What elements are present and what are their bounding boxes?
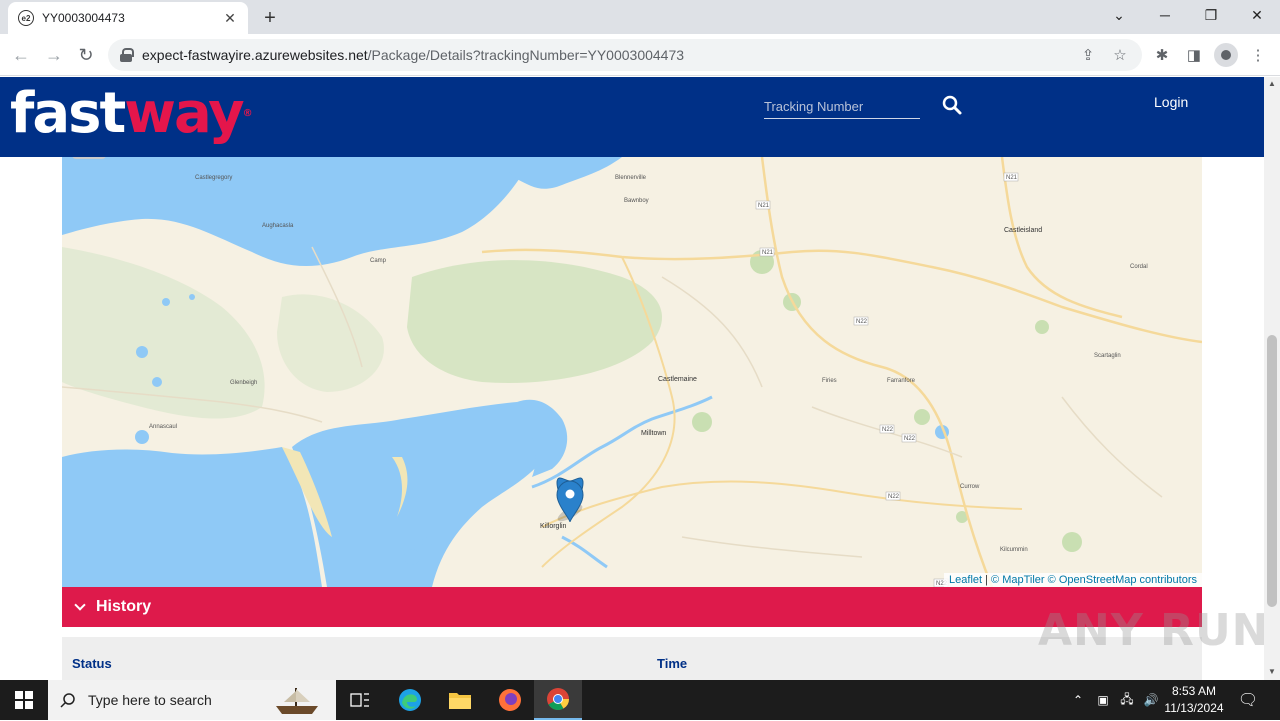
place-label-castlegregory: Castlegregory bbox=[195, 175, 232, 181]
road-label-n22c: N22 bbox=[888, 494, 900, 500]
history-table: Status Time bbox=[62, 637, 1202, 680]
history-toggle[interactable]: History bbox=[62, 587, 1202, 627]
new-tab-button[interactable]: + bbox=[258, 6, 282, 30]
place-label-bawnboy: Bawnboy bbox=[624, 198, 649, 204]
page-viewport: N21 N21 N21 N22 N22 N22 N22 N22 Castlegr… bbox=[0, 77, 1280, 680]
place-label-scartaglin: Scartaglin bbox=[1094, 353, 1121, 359]
place-label-castleisland: Castleisland bbox=[1004, 227, 1042, 234]
notification-icon[interactable]: 🗨 bbox=[1234, 680, 1262, 720]
taskbar-search-placeholder: Type here to search bbox=[88, 692, 212, 708]
history-heading: History bbox=[96, 598, 152, 615]
edge-browser-icon[interactable] bbox=[386, 680, 434, 720]
attrib-separator: | bbox=[982, 574, 992, 586]
share-icon[interactable]: ⇪ bbox=[1078, 45, 1098, 65]
tracking-number-input[interactable] bbox=[764, 95, 920, 119]
tray-chevron-up-icon[interactable]: ⌃ bbox=[1068, 680, 1088, 720]
road-label-n22e: N22 bbox=[856, 319, 868, 325]
taskbar-search-icon bbox=[60, 693, 75, 708]
firefox-icon[interactable] bbox=[486, 680, 534, 720]
network-icon[interactable]: 🖧 bbox=[1116, 680, 1138, 720]
leaflet-link[interactable]: Leaflet bbox=[949, 574, 982, 586]
osm-link[interactable]: © OpenStreetMap contributors bbox=[1048, 574, 1197, 586]
place-label-annascaul: Annascaul bbox=[149, 424, 177, 430]
address-bar[interactable]: expect-fastwayire.azurewebsites.net/Pack… bbox=[108, 39, 1142, 71]
taskbar-search-box[interactable]: Type here to search bbox=[48, 680, 336, 720]
minimize-button[interactable]: ─ bbox=[1142, 0, 1188, 30]
place-label-firies: Firies bbox=[822, 378, 837, 384]
tab-close-icon[interactable]: ✕ bbox=[222, 10, 238, 26]
browser-tab-strip: e2 YY0003004473 ✕ + ⌄ ─ ❐ ✕ bbox=[0, 0, 1280, 34]
back-icon[interactable]: ← bbox=[9, 43, 33, 67]
column-header-status: Status bbox=[72, 656, 112, 671]
map-attribution: Leaflet | © MapTiler © OpenStreetMap con… bbox=[944, 573, 1202, 587]
page-scrollbar[interactable]: ▲ ▼ bbox=[1264, 77, 1280, 680]
login-link[interactable]: Login bbox=[1154, 94, 1188, 110]
scroll-thumb[interactable] bbox=[1267, 335, 1277, 607]
logo-registered-mark: ® bbox=[242, 108, 253, 119]
chrome-icon[interactable] bbox=[534, 680, 582, 720]
taskbar-clock[interactable]: 8:53 AM 11/13/2024 bbox=[1160, 683, 1228, 717]
clock-time: 8:53 AM bbox=[1171, 684, 1217, 698]
forward-icon[interactable]: → bbox=[42, 43, 66, 67]
search-highlight-ship-icon bbox=[268, 684, 328, 716]
road-label-n22: N22 bbox=[882, 427, 894, 433]
site-header: fastway® Login bbox=[0, 77, 1264, 157]
place-label-aughacasla: Aughacasla bbox=[262, 223, 294, 229]
place-label-currow: Currow bbox=[960, 484, 980, 490]
close-window-button[interactable]: ✕ bbox=[1234, 0, 1280, 30]
zoom-control[interactable] bbox=[72, 157, 106, 159]
clock-date: 11/13/2024 bbox=[1164, 701, 1224, 715]
place-label-camp: Camp bbox=[370, 258, 387, 264]
chevron-down-icon bbox=[74, 599, 86, 611]
road-label-n22b: N22 bbox=[904, 436, 916, 442]
place-label-kilcummin: Kilcummin bbox=[1000, 547, 1028, 553]
place-label-glenbeigh: Glenbeigh bbox=[230, 380, 257, 386]
place-label-cordal: Cordal bbox=[1130, 264, 1148, 270]
tab-search-chevron-icon[interactable]: ⌄ bbox=[1096, 0, 1142, 30]
road-label-n21b: N21 bbox=[758, 203, 770, 209]
windows-start-icon[interactable] bbox=[0, 680, 48, 720]
url-host: expect-fastwayire.azurewebsites.net bbox=[142, 47, 368, 63]
file-explorer-icon[interactable] bbox=[436, 680, 484, 720]
map-tiles: N21 N21 N21 N22 N22 N22 N22 N22 Castlegr… bbox=[62, 157, 1202, 587]
maptiler-link[interactable]: © MapTiler bbox=[991, 574, 1045, 586]
scroll-down-icon[interactable]: ▼ bbox=[1268, 667, 1276, 676]
restore-button[interactable]: ❐ bbox=[1188, 0, 1234, 30]
road-label-n21c: N21 bbox=[1006, 175, 1018, 181]
search-icon[interactable] bbox=[940, 93, 964, 117]
place-label-killorglin: Killorglin bbox=[540, 523, 567, 530]
place-label-castlemaine: Castlemaine bbox=[658, 376, 697, 383]
lock-icon[interactable] bbox=[120, 48, 134, 62]
sidepanel-icon[interactable]: ◨ bbox=[1184, 45, 1204, 65]
profile-icon[interactable] bbox=[1214, 43, 1238, 67]
reload-icon[interactable]: ↻ bbox=[74, 43, 98, 67]
anyrun-watermark: ANY RUN bbox=[1038, 605, 1270, 656]
place-label-blennerville: Blennerville bbox=[615, 175, 647, 181]
url-path: /Package/Details?trackingNumber=YY000300… bbox=[367, 47, 685, 63]
road-label-n21: N21 bbox=[762, 250, 774, 256]
extensions-icon[interactable]: ✱ bbox=[1152, 45, 1172, 65]
tray-device-icon[interactable]: ▣ bbox=[1092, 680, 1114, 720]
windows-taskbar: Type here to search ⌃ ▣ 🖧 🔊 8:53 AM 11/1… bbox=[0, 680, 1280, 720]
scroll-up-icon[interactable]: ▲ bbox=[1268, 79, 1276, 88]
column-header-time: Time bbox=[657, 656, 688, 671]
logo-fast: fast bbox=[10, 81, 126, 146]
volume-icon[interactable]: 🔊 bbox=[1140, 680, 1162, 720]
browser-tab[interactable]: e2 YY0003004473 ✕ bbox=[8, 2, 248, 34]
fastway-logo[interactable]: fastway® bbox=[10, 79, 253, 149]
browser-toolbar: ← → ↻ expect-fastwayire.azurewebsites.ne… bbox=[0, 34, 1280, 76]
task-view-icon[interactable] bbox=[336, 680, 384, 720]
tab-favicon-icon: e2 bbox=[18, 10, 34, 26]
logo-way: way bbox=[124, 81, 244, 146]
menu-icon[interactable]: ⋮ bbox=[1248, 45, 1268, 65]
star-icon[interactable]: ☆ bbox=[1110, 45, 1130, 65]
tab-title: YY0003004473 bbox=[42, 11, 125, 25]
place-label-farranfore: Farranfore bbox=[887, 378, 916, 384]
place-label-milltown: Milltown bbox=[641, 430, 666, 437]
tracking-map[interactable]: N21 N21 N21 N22 N22 N22 N22 N22 Castlegr… bbox=[62, 157, 1202, 587]
